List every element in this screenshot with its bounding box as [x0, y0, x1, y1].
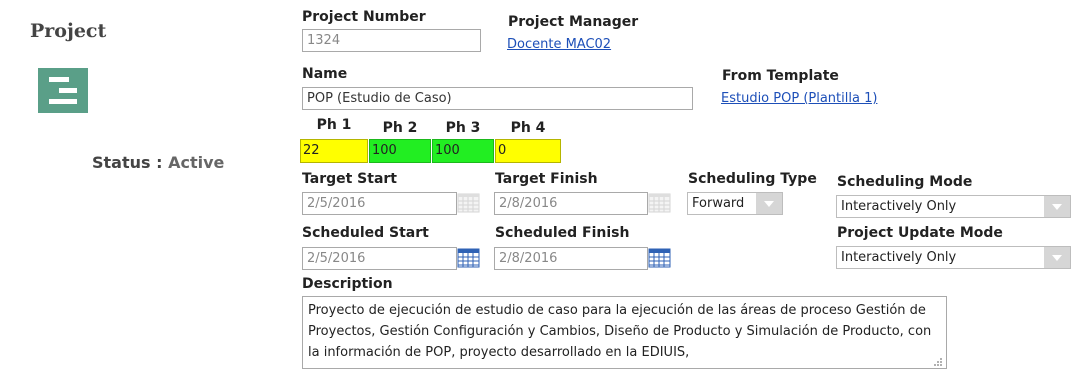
target-start-label: Target Start [302, 171, 397, 187]
calendar-icon[interactable] [457, 247, 481, 269]
status-value: Active [168, 153, 225, 172]
scheduled-start-label: Scheduled Start [302, 225, 429, 241]
description-textarea[interactable]: Proyecto de ejecución de estudio de caso… [302, 296, 947, 369]
project-number-label: Project Number [302, 9, 426, 25]
phase-value-3[interactable]: 100 [432, 139, 494, 163]
description-label: Description [302, 276, 393, 292]
page-title: Project [30, 20, 107, 42]
project-logo-icon [38, 68, 88, 113]
scheduling-type-select[interactable]: Forward [687, 192, 783, 215]
phase-value-1[interactable]: 22 [300, 139, 368, 163]
status-text: Status : Active [92, 153, 224, 172]
phase-label-1: Ph 1 [316, 117, 352, 133]
scheduled-finish-field[interactable]: 2/8/2016 [494, 247, 648, 270]
scheduled-finish-label: Scheduled Finish [495, 225, 630, 241]
calendar-icon [457, 192, 481, 214]
project-number-field[interactable]: 1324 [302, 29, 481, 52]
chevron-down-icon[interactable] [1044, 247, 1070, 268]
target-start-field[interactable]: 2/5/2016 [302, 192, 457, 215]
phase-value-4[interactable]: 0 [495, 139, 561, 163]
phase-value-2[interactable]: 100 [369, 139, 431, 163]
name-label: Name [302, 66, 348, 82]
chevron-down-icon[interactable] [756, 193, 782, 214]
resize-grip-icon[interactable] [933, 356, 943, 366]
from-template-label: From Template [722, 68, 839, 84]
project-update-mode-select[interactable]: Interactively Only [836, 246, 1071, 269]
calendar-icon [648, 192, 672, 214]
scheduling-mode-select[interactable]: Interactively Only [836, 195, 1071, 218]
phase-label-3: Ph 3 [445, 120, 481, 136]
target-finish-label: Target Finish [495, 171, 598, 187]
name-field[interactable]: POP (Estudio de Caso) [302, 87, 693, 110]
project-manager-label: Project Manager [508, 14, 639, 30]
target-finish-field[interactable]: 2/8/2016 [494, 192, 648, 215]
from-template-link[interactable]: Estudio POP (Plantilla 1) [721, 91, 877, 106]
status-label: Status : [92, 153, 163, 172]
phase-label-2: Ph 2 [382, 120, 418, 136]
project-update-mode-label: Project Update Mode [837, 225, 1003, 241]
scheduling-mode-label: Scheduling Mode [837, 174, 973, 190]
scheduling-type-value: Forward [692, 196, 745, 211]
calendar-icon[interactable] [648, 247, 672, 269]
description-text: Proyecto de ejecución de estudio de caso… [308, 303, 932, 360]
chevron-down-icon[interactable] [1044, 196, 1070, 217]
scheduling-mode-value: Interactively Only [841, 199, 957, 214]
project-update-mode-value: Interactively Only [841, 250, 957, 265]
scheduled-start-field[interactable]: 2/5/2016 [302, 247, 457, 270]
scheduling-type-label: Scheduling Type [688, 171, 817, 187]
project-manager-link[interactable]: Docente MAC02 [507, 37, 611, 52]
phase-label-4: Ph 4 [510, 120, 546, 136]
